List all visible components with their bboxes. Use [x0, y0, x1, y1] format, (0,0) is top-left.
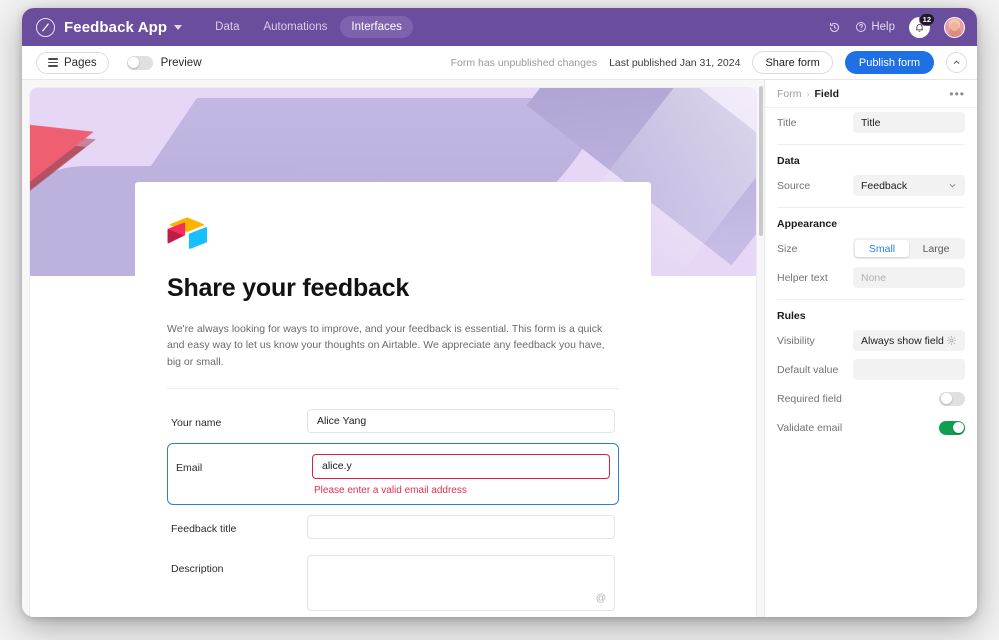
more-options-icon[interactable]: •••: [949, 88, 965, 100]
panel-row-required-field: Required field: [777, 384, 965, 413]
helper-text-placeholder: None: [861, 271, 887, 284]
title-label: Title: [777, 116, 797, 129]
form-description: We're always looking for ways to improve…: [167, 321, 619, 389]
history-clock-icon[interactable]: [828, 21, 841, 34]
field-label: Feedback title: [171, 522, 237, 535]
nav-tab-data[interactable]: Data: [204, 16, 250, 38]
pages-label: Pages: [64, 56, 97, 69]
section-appearance: Appearance: [777, 218, 838, 230]
app-window: Feedback App Data Automations Interfaces…: [22, 8, 977, 617]
toolbar-actions: Form has unpublished changes Last publis…: [451, 51, 967, 74]
section-rules: Rules: [777, 310, 806, 322]
divider: [777, 299, 965, 300]
hamburger-icon: [48, 58, 58, 67]
default-value-label: Default value: [777, 363, 839, 376]
chevron-up-icon[interactable]: [946, 52, 967, 73]
source-label: Source: [777, 179, 811, 192]
pages-button[interactable]: Pages: [36, 51, 109, 74]
chevron-down-icon[interactable]: [174, 24, 183, 30]
preview-toggle[interactable]: [126, 55, 153, 70]
form-canvas: Share your feedback We're always looking…: [22, 80, 764, 617]
interface-toolbar: Pages Preview Form has unpublished chang…: [22, 46, 977, 80]
form-card: Share your feedback We're always looking…: [135, 182, 651, 617]
form-field-email[interactable]: Email alice.y Please enter a valid email…: [167, 442, 619, 505]
section-data: Data: [777, 155, 800, 167]
breadcrumb-field: Field: [814, 87, 840, 100]
size-segmented-control[interactable]: Small Large: [853, 238, 965, 259]
panel-row-default-value: Default value: [777, 355, 965, 384]
panel-body: Title Title Data Source Feedback Appeara…: [765, 108, 977, 442]
visibility-select[interactable]: Always show field: [853, 330, 965, 351]
panel-row-visibility: Visibility Always show field: [777, 326, 965, 355]
last-published-text: Last published Jan 31, 2024: [609, 56, 741, 69]
helper-text-label: Helper text: [777, 271, 828, 284]
form-field-description[interactable]: Description @: [167, 547, 619, 617]
title-value: Title: [861, 116, 881, 129]
your-name-input[interactable]: Alice Yang: [307, 408, 615, 433]
validate-email-toggle[interactable]: [939, 420, 965, 435]
gear-icon[interactable]: [946, 335, 957, 346]
breadcrumb-separator: ›: [806, 88, 810, 99]
at-mention-icon[interactable]: @: [596, 593, 606, 604]
email-error-message: Please enter a valid email address: [314, 484, 467, 496]
airtable-circle-icon[interactable]: [36, 17, 55, 37]
help-button[interactable]: Help: [855, 21, 895, 33]
panel-row-source: Source Feedback: [777, 171, 965, 200]
app-body: Share your feedback We're always looking…: [22, 80, 977, 617]
app-title[interactable]: Feedback App: [64, 19, 167, 36]
form-heading: Share your feedback: [167, 274, 410, 302]
share-form-button[interactable]: Share form: [752, 51, 833, 74]
form-field-your-name[interactable]: Your name Alice Yang: [167, 401, 619, 441]
source-select[interactable]: Feedback: [853, 175, 965, 196]
notifications-button[interactable]: 12: [909, 12, 935, 38]
source-value: Feedback: [861, 179, 908, 192]
size-option-large[interactable]: Large: [909, 240, 963, 257]
divider: [777, 207, 965, 208]
title-input[interactable]: Title: [853, 112, 965, 133]
panel-row-helper-text: Helper text None: [777, 263, 965, 292]
validate-email-label: Validate email: [777, 421, 843, 434]
nav-tab-automations[interactable]: Automations: [252, 16, 338, 38]
panel-row-validate-email: Validate email: [777, 413, 965, 442]
nav-tab-interfaces[interactable]: Interfaces: [340, 16, 413, 38]
description-textarea[interactable]: @: [307, 554, 615, 611]
default-value-input[interactable]: [853, 359, 965, 380]
visibility-value: Always show field: [861, 334, 944, 347]
field-label: Your name: [171, 416, 222, 429]
publish-form-button[interactable]: Publish form: [844, 51, 934, 74]
appbar-actions: Help 12: [828, 12, 965, 38]
notification-badge: 12: [918, 12, 935, 26]
field-label: Email: [176, 461, 203, 474]
airtable-logo: [167, 217, 207, 249]
preview-toggle-group[interactable]: Preview: [126, 55, 202, 70]
panel-row-size: Size Small Large: [777, 234, 965, 263]
app-nav-tabs: Data Automations Interfaces: [204, 16, 413, 38]
panel-breadcrumb-header: Form › Field •••: [765, 80, 977, 108]
size-option-small[interactable]: Small: [855, 240, 909, 257]
visibility-label: Visibility: [777, 334, 815, 347]
helper-text-input[interactable]: None: [853, 267, 965, 288]
breadcrumb-form[interactable]: Form: [777, 88, 802, 100]
required-field-label: Required field: [777, 392, 842, 405]
help-label: Help: [871, 21, 895, 33]
feedback-title-input[interactable]: [307, 514, 615, 539]
canvas-scrollbar[interactable]: [759, 86, 763, 236]
field-settings-panel: Form › Field ••• Title Title Data Source…: [764, 80, 977, 617]
field-label: Description: [171, 562, 224, 575]
form-field-feedback-title[interactable]: Feedback title: [167, 507, 619, 547]
preview-label: Preview: [160, 56, 202, 69]
email-input[interactable]: alice.y: [312, 453, 610, 479]
form-shell: Share your feedback We're always looking…: [30, 88, 756, 617]
unpublished-changes-text: Form has unpublished changes: [450, 56, 598, 69]
size-label: Size: [777, 242, 798, 255]
divider: [777, 144, 965, 145]
avatar[interactable]: [944, 16, 965, 38]
app-header-bar: Feedback App Data Automations Interfaces…: [22, 8, 977, 46]
required-field-toggle[interactable]: [939, 391, 965, 406]
chevron-down-icon: [949, 184, 956, 188]
panel-row-title: Title Title: [777, 108, 965, 137]
